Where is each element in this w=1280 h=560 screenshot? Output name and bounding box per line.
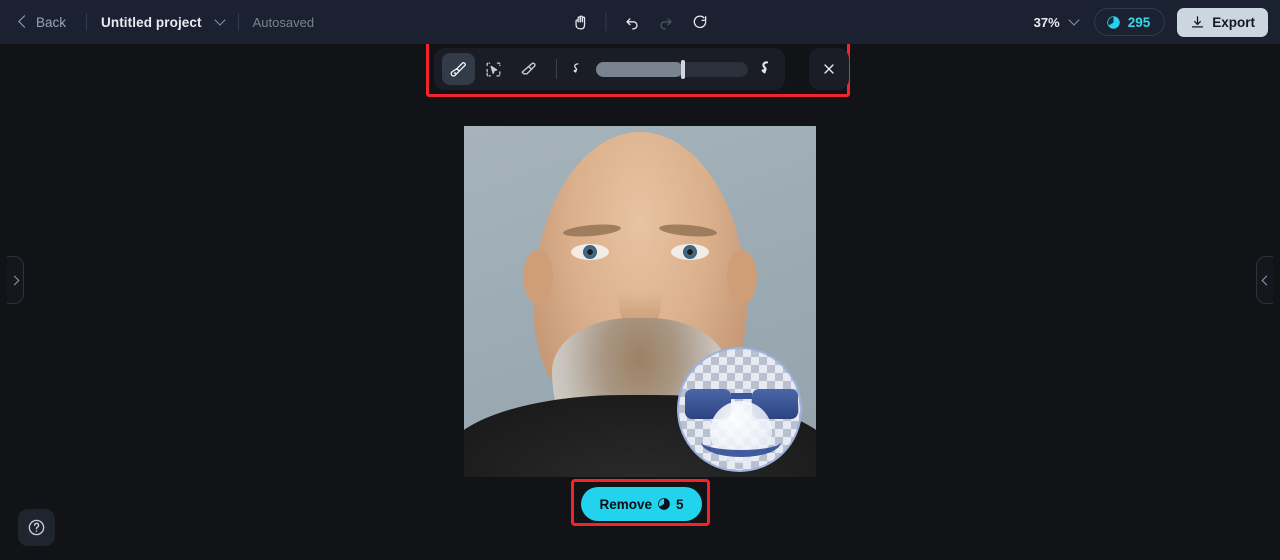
ear-right — [727, 250, 757, 304]
back-label: Back — [36, 14, 67, 30]
credits-badge[interactable]: 295 — [1093, 8, 1166, 36]
header-divider-3 — [605, 13, 607, 31]
remove-button[interactable]: Remove 5 — [581, 487, 702, 521]
glasses-bridge — [731, 393, 752, 399]
export-label: Export — [1212, 14, 1255, 30]
large-brush-icon — [761, 61, 769, 74]
brush-toolbar-annotation — [426, 41, 850, 97]
eraser-icon — [521, 62, 536, 75]
image-editor-app: Back Untitled project Autosaved 37% 295 … — [0, 0, 1280, 560]
slider-fill — [596, 61, 683, 77]
download-icon — [1192, 15, 1204, 27]
header-right-group: 37% 295 Export — [1030, 7, 1268, 37]
autosave-status: Autosaved — [252, 14, 315, 30]
eyebrow-right — [658, 222, 718, 239]
chevron-right-icon — [9, 275, 19, 285]
chevron-left-icon — [18, 15, 31, 28]
canvas-image[interactable] — [464, 126, 816, 477]
header-left-group: Back Untitled project Autosaved — [0, 11, 314, 34]
header-center-tools — [564, 7, 717, 37]
remove-label: Remove — [599, 496, 652, 512]
left-panel-toggle[interactable] — [7, 256, 24, 304]
eyebrow-left — [562, 222, 622, 239]
iris-left — [583, 245, 597, 259]
back-button[interactable]: Back — [14, 11, 72, 34]
chevron-down-icon — [1068, 14, 1080, 26]
brush-icon — [450, 61, 466, 77]
brush-size-slider[interactable] — [596, 59, 748, 79]
remove-cost: 5 — [676, 496, 684, 512]
close-icon — [824, 64, 834, 74]
magic-select-tool[interactable] — [477, 53, 510, 85]
credits-count: 295 — [1127, 14, 1151, 30]
eye-left — [571, 244, 609, 260]
header-divider-2 — [237, 13, 239, 31]
eye-right — [671, 244, 709, 260]
brush-size-control — [568, 59, 777, 79]
emoji-smile — [701, 427, 781, 457]
small-brush-icon — [573, 62, 579, 73]
undo-icon[interactable] — [615, 7, 649, 37]
slider-thumb[interactable] — [680, 59, 685, 79]
export-button[interactable]: Export — [1177, 7, 1268, 37]
chevron-down-icon[interactable] — [213, 14, 226, 26]
brush-toolbar — [434, 48, 785, 90]
app-header: Back Untitled project Autosaved 37% 295 … — [0, 0, 1280, 44]
help-button[interactable] — [18, 509, 55, 546]
right-panel-toggle[interactable] — [1256, 256, 1273, 304]
header-divider-1 — [86, 13, 88, 31]
project-name[interactable]: Untitled project — [101, 15, 202, 30]
help-circle-icon — [28, 519, 45, 536]
redo-icon[interactable] — [649, 7, 683, 37]
coin-icon — [1106, 15, 1120, 29]
chevron-left-icon — [1261, 275, 1271, 285]
remove-button-annotation: Remove 5 — [571, 479, 710, 526]
reset-icon[interactable] — [683, 7, 717, 37]
ear-left — [523, 250, 553, 304]
close-toolbar-button[interactable] — [809, 48, 849, 90]
iris-right — [683, 245, 697, 259]
coin-icon — [658, 498, 670, 510]
eraser-tool[interactable] — [512, 53, 545, 85]
toolbar-divider — [556, 59, 557, 79]
hand-tool-icon[interactable] — [564, 7, 598, 37]
zoom-level-label: 37% — [1033, 14, 1060, 30]
magic-select-icon — [486, 62, 501, 76]
zoom-control[interactable]: 37% — [1030, 12, 1082, 33]
brush-cursor-preview — [677, 347, 802, 472]
brush-tool[interactable] — [442, 53, 475, 85]
